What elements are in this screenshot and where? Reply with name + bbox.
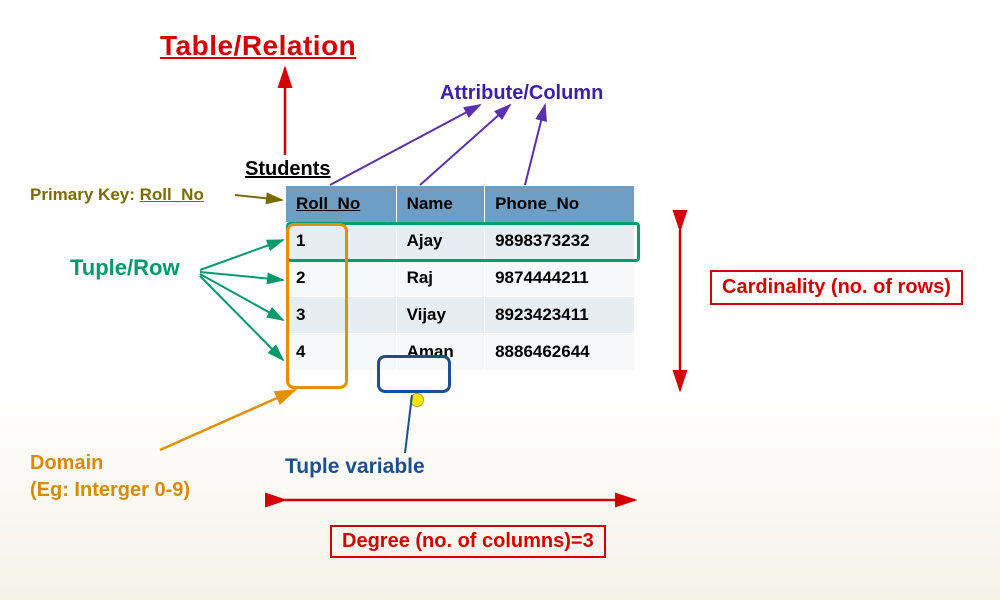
label-tuple-row: Tuple/Row (70, 255, 180, 281)
cell-name: Vijay (396, 297, 485, 334)
table-header-row: Roll_No Name Phone_No (286, 186, 635, 223)
label-domain: Domain (Eg: Interger 0-9) (30, 450, 190, 504)
cell-phone: 8923423411 (485, 297, 635, 334)
tuple-variable-highlight-box (377, 355, 451, 393)
cell-name: Raj (396, 260, 485, 297)
cell-phone: 9874444211 (485, 260, 635, 297)
pointer-dot-icon (410, 393, 424, 407)
col-header-roll-no: Roll_No (286, 186, 397, 223)
relation-name: Students (245, 158, 331, 181)
label-cardinality: Cardinality (no. of rows) (710, 270, 963, 305)
domain-highlight-box (286, 223, 348, 389)
label-primary-key: Primary Key: Roll_No (30, 185, 204, 205)
label-domain-line2: (Eg: Interger 0-9) (30, 477, 190, 504)
diagram-title: Table/Relation (160, 30, 356, 62)
label-degree: Degree (no. of columns)=3 (330, 525, 606, 558)
label-tuple-variable: Tuple variable (285, 455, 425, 479)
label-domain-line1: Domain (30, 450, 190, 477)
col-header-name: Name (396, 186, 485, 223)
label-primary-key-prefix: Primary Key: (30, 185, 135, 204)
col-header-phone: Phone_No (485, 186, 635, 223)
label-primary-key-value: Roll_No (140, 185, 204, 204)
cell-phone: 8886462644 (485, 334, 635, 371)
label-attribute-column: Attribute/Column (440, 82, 603, 105)
